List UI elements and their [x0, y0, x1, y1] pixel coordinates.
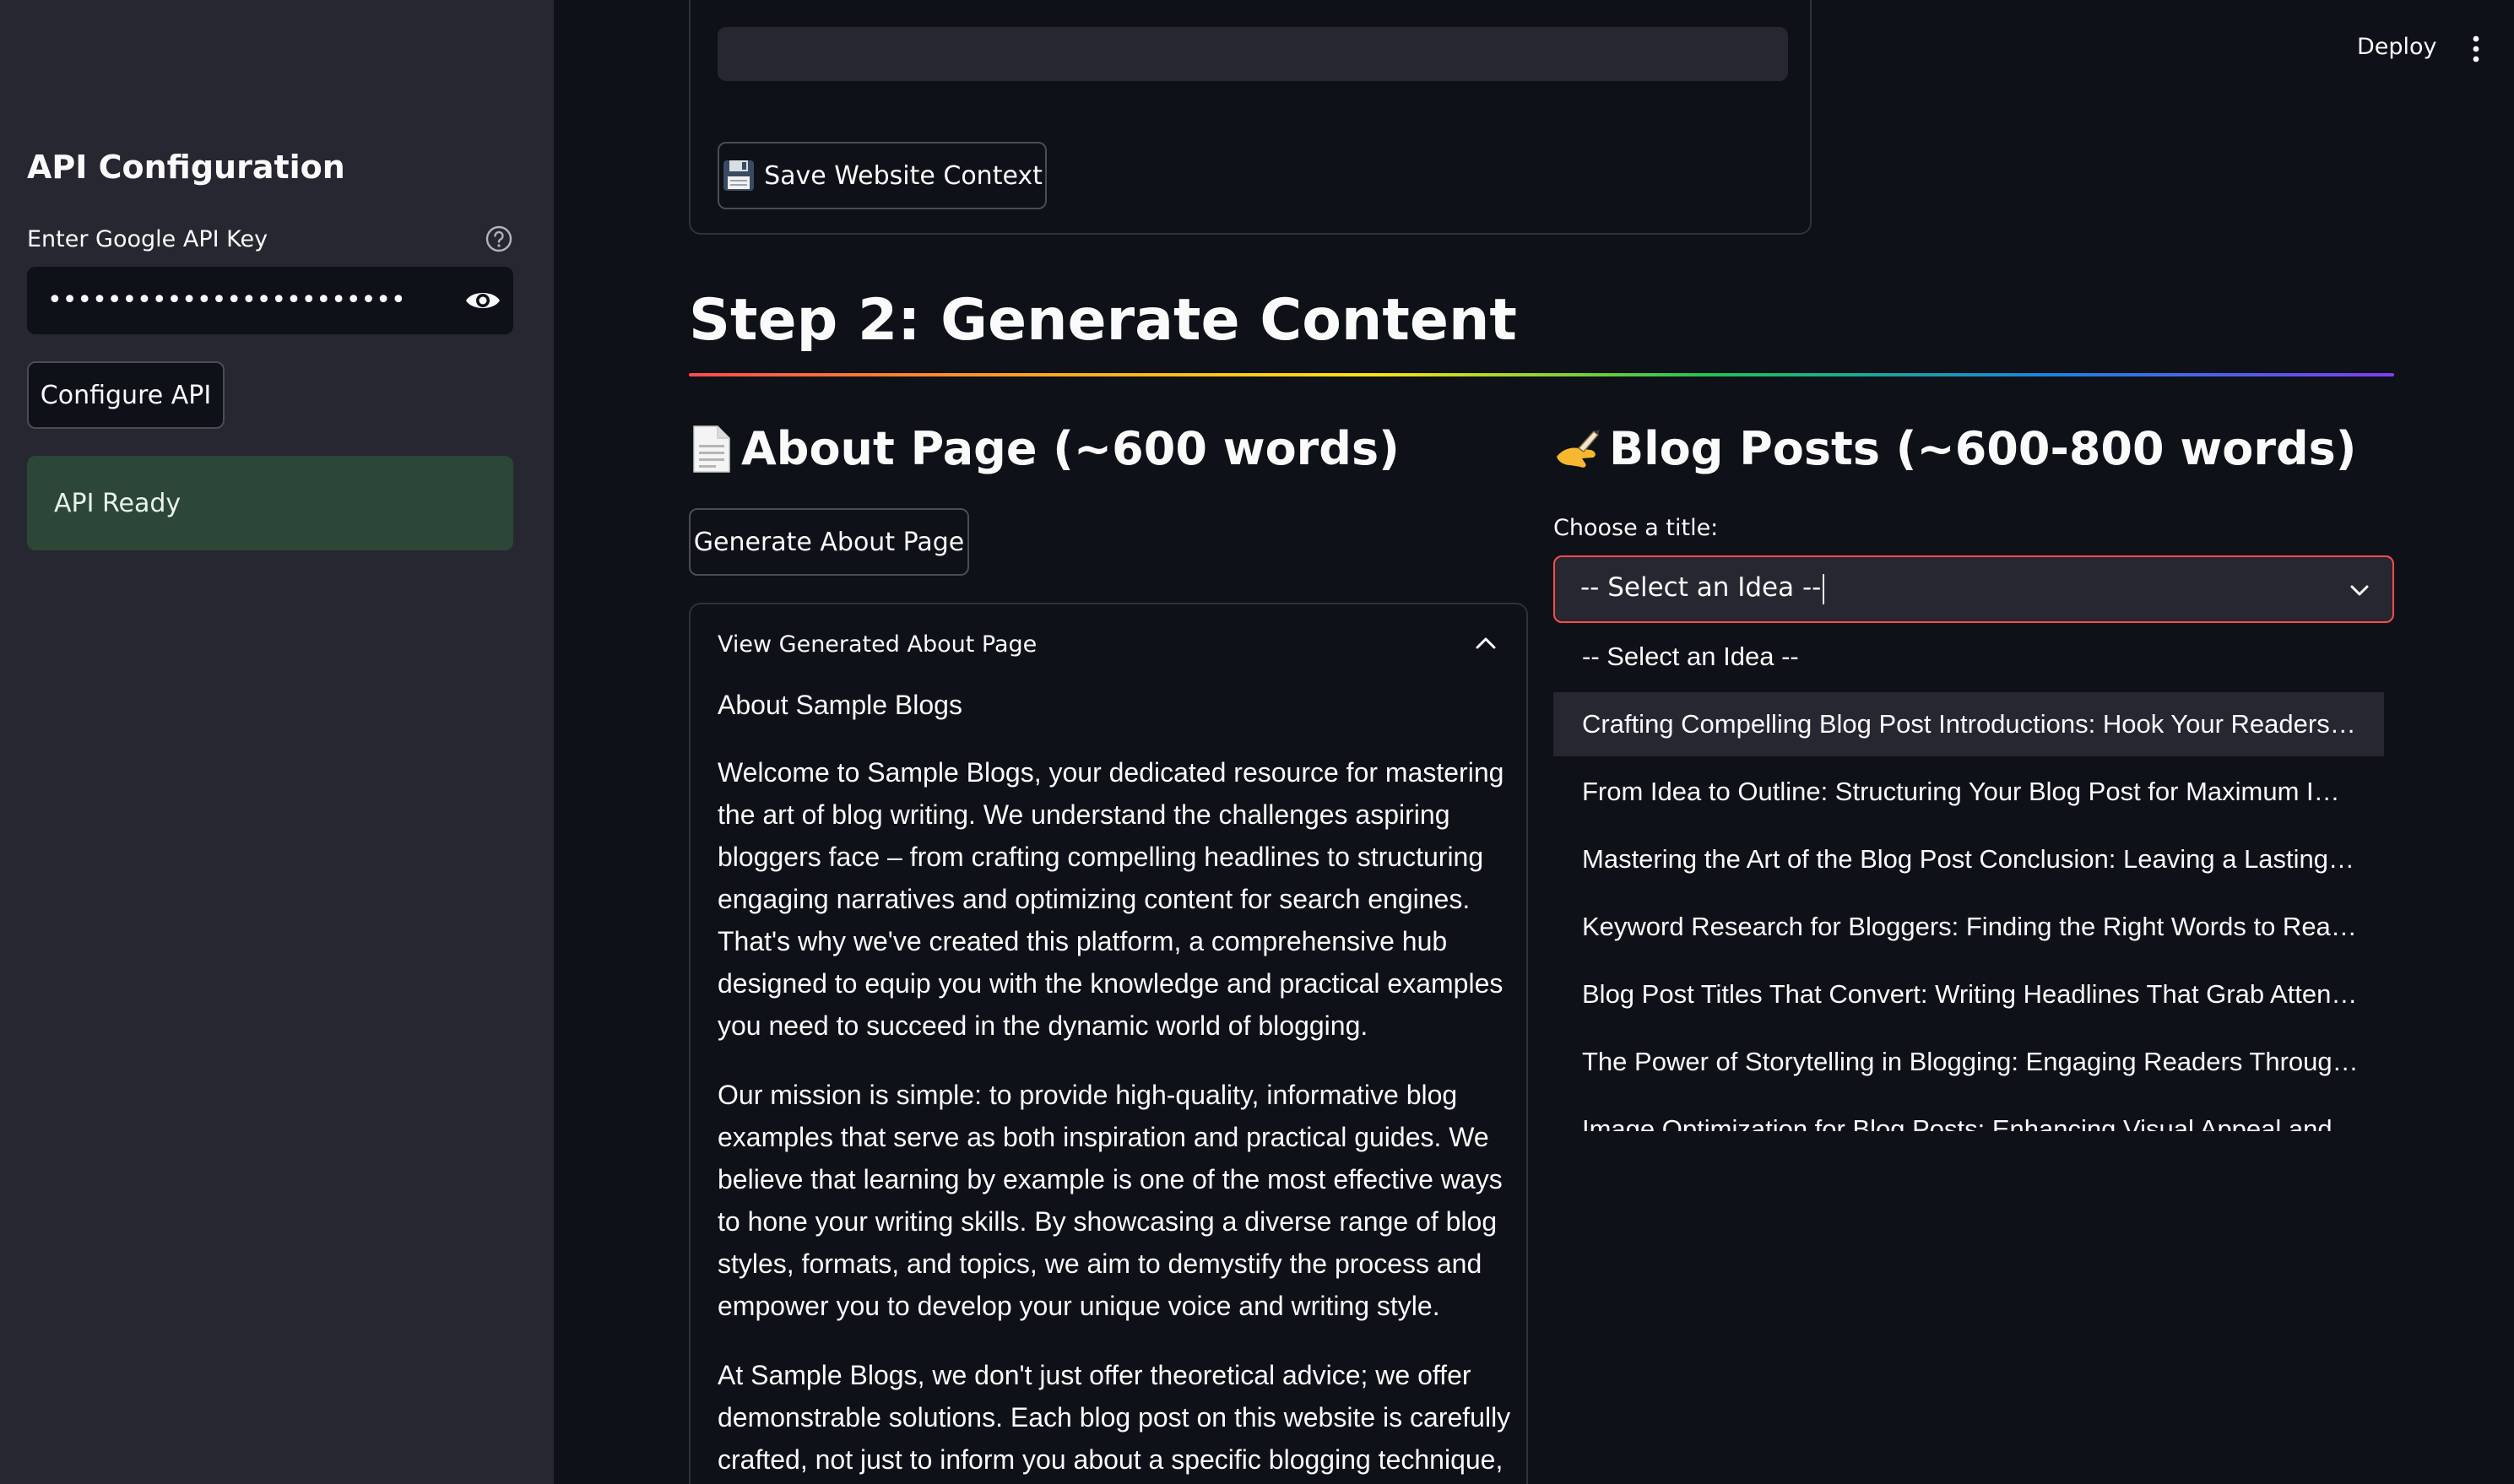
floppy-disk-icon — [723, 160, 755, 191]
dropdown-option[interactable]: Keyword Research for Bloggers: Finding t… — [1553, 895, 2384, 959]
api-status-alert: API Ready — [27, 456, 513, 550]
generate-about-page-button[interactable]: Generate About Page — [689, 508, 969, 576]
about-page-heading: About Page (~600 words) — [689, 422, 1400, 475]
dropdown-option[interactable]: -- Select an Idea -- — [1553, 625, 2384, 689]
app-root: API Configuration Enter Google API Key •… — [0, 0, 2514, 1484]
choose-title-label: Choose a title: — [1553, 515, 1719, 541]
website-context-form: Save Website Context — [689, 0, 1812, 235]
title-select[interactable]: -- Select an Idea -- — [1553, 555, 2394, 623]
writing-hand-icon — [1557, 429, 1600, 468]
api-key-label: Enter Google API Key — [27, 226, 268, 252]
title-dropdown-menu: -- Select an Idea -- Crafting Compelling… — [1553, 625, 2401, 1131]
dropdown-option[interactable]: From Idea to Outline: Structuring Your B… — [1553, 760, 2384, 824]
dropdown-option[interactable]: Blog Post Titles That Convert: Writing H… — [1553, 962, 2384, 1026]
main-menu-icon[interactable] — [2465, 34, 2487, 64]
chevron-up-icon[interactable] — [1474, 635, 1498, 652]
save-website-context-button[interactable]: Save Website Context — [718, 142, 1047, 209]
chevron-down-icon[interactable] — [2349, 582, 2370, 598]
dropdown-option[interactable]: Mastering the Art of the Blog Post Concl… — [1553, 827, 2384, 891]
about-page-content: About Sample Blogs Welcome to Sample Blo… — [718, 684, 1511, 1484]
page-facing-up-icon — [693, 425, 730, 473]
about-subtitle: About Sample Blogs — [718, 690, 962, 720]
sidebar-title: API Configuration — [27, 149, 345, 186]
blog-heading-text: Blog Posts (~600-800 words) — [1609, 422, 2357, 475]
website-context-input[interactable] — [718, 27, 1788, 81]
rainbow-divider — [689, 373, 2394, 376]
dropdown-option[interactable]: Crafting Compelling Blog Post Introducti… — [1553, 692, 2384, 756]
deploy-button[interactable]: Deploy — [2357, 34, 2437, 60]
expander-header[interactable]: View Generated About Page — [718, 631, 1037, 658]
title-select-value[interactable]: -- Select an Idea -- — [1580, 572, 1825, 604]
api-key-input[interactable]: •••••••••••••••••••••••••••••••••••••••• — [27, 267, 513, 334]
about-heading-text: About Page (~600 words) — [741, 422, 1400, 475]
selected-option-text: -- Select an Idea -- — [1580, 572, 1822, 603]
about-page-expander: View Generated About Page About Sample B… — [689, 603, 1528, 1484]
api-key-value[interactable]: •••••••••••••••••••••••••••••••••••••••• — [47, 282, 402, 319]
text-caret — [1823, 573, 1825, 604]
configure-api-button[interactable]: Configure API — [27, 361, 225, 429]
about-paragraph: Our mission is simple: to provide high-q… — [718, 1080, 1503, 1321]
dropdown-option[interactable]: The Power of Storytelling in Blogging: E… — [1553, 1030, 2384, 1094]
eye-icon[interactable] — [464, 285, 501, 316]
step2-title: Step 2: Generate Content — [689, 287, 1517, 354]
dropdown-option[interactable]: Image Optimization for Blog Posts: Enhan… — [1553, 1097, 2384, 1131]
save-button-label: Save Website Context — [764, 160, 1043, 191]
about-paragraph: Welcome to Sample Blogs, your dedicated … — [718, 757, 1504, 1041]
help-icon[interactable] — [485, 225, 513, 253]
about-paragraph: At Sample Blogs, we don't just offer the… — [718, 1360, 1511, 1475]
sidebar: API Configuration Enter Google API Key •… — [0, 0, 554, 1484]
blog-posts-heading: Blog Posts (~600-800 words) — [1553, 422, 2356, 475]
